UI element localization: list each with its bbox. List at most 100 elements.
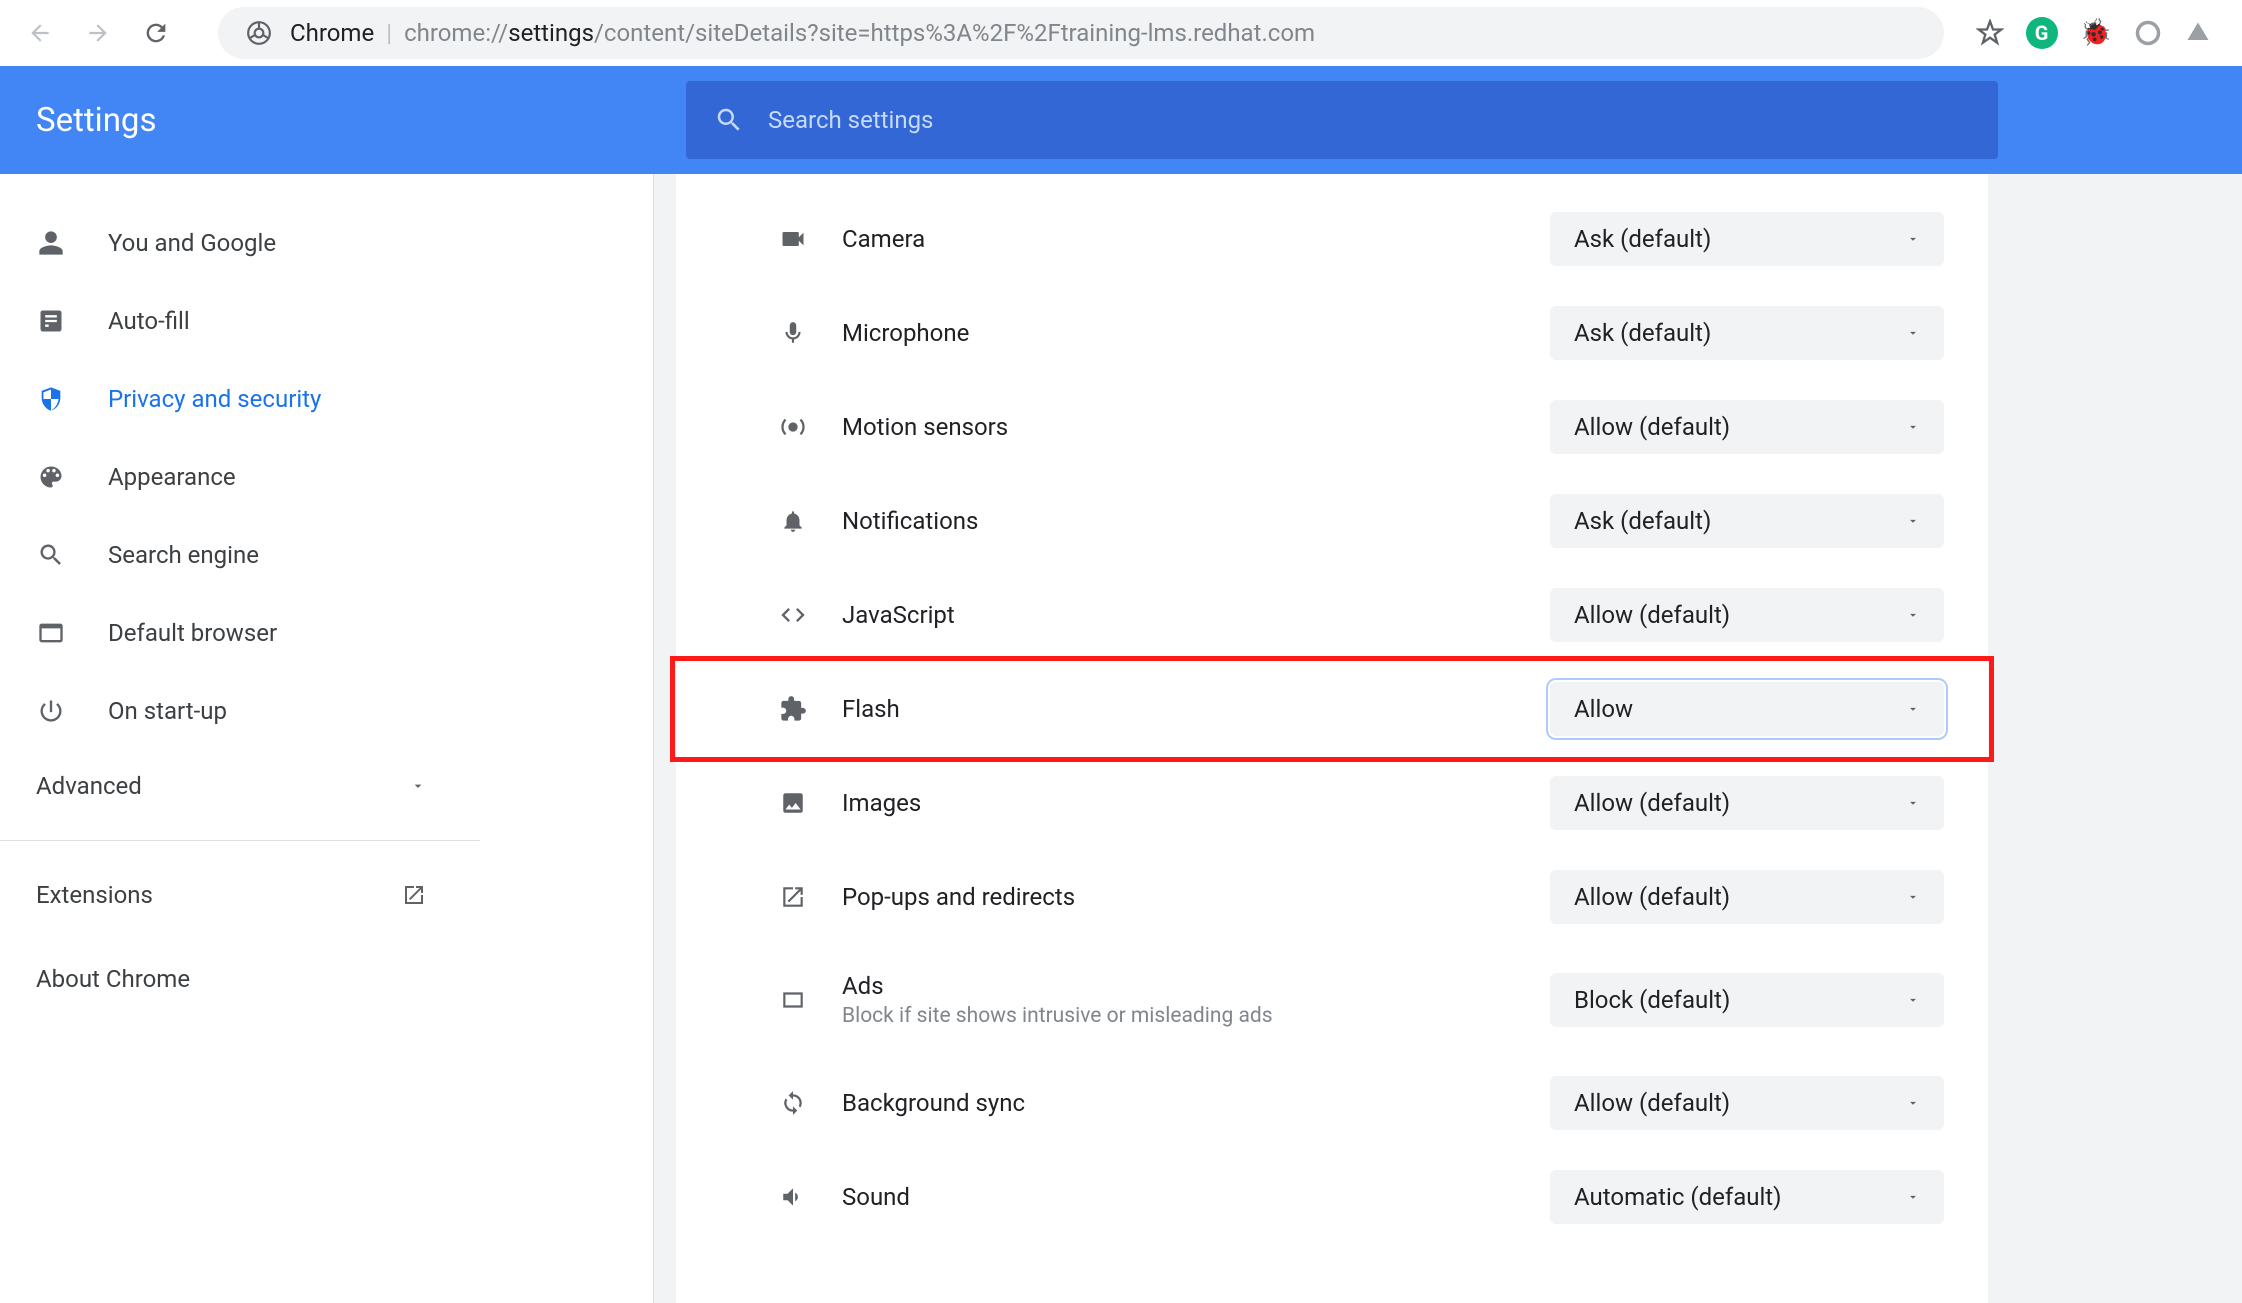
sidebar-item-label: Privacy and security (108, 385, 321, 413)
sidebar-advanced[interactable]: Advanced (0, 750, 480, 822)
sync-icon (776, 1090, 810, 1116)
chevron-down-icon (1906, 890, 1920, 904)
page-title: Settings (36, 101, 656, 140)
arrow-right-icon (85, 20, 111, 46)
permission-row-ads: AdsBlock if site shows intrusive or misl… (676, 944, 1988, 1056)
permission-label: JavaScript (842, 601, 1550, 629)
permission-label: Flash (842, 695, 1550, 723)
permissions-card: CameraAsk (default)MicrophoneAsk (defaul… (676, 174, 1988, 1303)
browser-icon (36, 619, 66, 647)
chevron-down-icon (1906, 796, 1920, 810)
sidebar-item-search-engine[interactable]: Search engine (0, 516, 462, 594)
ads-icon (776, 987, 810, 1013)
search-icon (714, 105, 744, 135)
permission-label: Background sync (842, 1089, 1550, 1117)
chevron-down-icon (1906, 702, 1920, 716)
sidebar-item-on-start-up[interactable]: On start-up (0, 672, 462, 750)
permission-label: Camera (842, 225, 1550, 253)
arrow-left-icon (27, 20, 53, 46)
permission-select[interactable]: Ask (default) (1550, 494, 1944, 548)
permission-row-images: ImagesAllow (default) (676, 756, 1988, 850)
permission-label: Sound (842, 1183, 1550, 1211)
extension-bug-icon[interactable]: 🐞 (2080, 18, 2112, 48)
back-button[interactable] (20, 13, 60, 53)
sidebar-item-label: You and Google (108, 229, 276, 257)
motion-icon (776, 413, 810, 441)
reload-button[interactable] (136, 13, 176, 53)
settings-header: Settings (0, 66, 2242, 174)
permission-label: Notifications (842, 507, 1550, 535)
permission-label: Motion sensors (842, 413, 1550, 441)
divider (0, 840, 480, 841)
permission-select[interactable]: Allow (default) (1550, 776, 1944, 830)
sidebar-item-label: Appearance (108, 463, 236, 491)
permission-row-background-sync: Background syncAllow (default) (676, 1056, 1988, 1150)
autofill-icon (36, 307, 66, 335)
sound-icon (776, 1184, 810, 1210)
permission-row-pop-ups-and-redirects: Pop-ups and redirectsAllow (default) (676, 850, 1988, 944)
sidebar-extensions[interactable]: Extensions (0, 865, 480, 925)
permission-select[interactable]: Ask (default) (1550, 212, 1944, 266)
permission-row-camera: CameraAsk (default) (676, 192, 1988, 286)
person-icon (36, 229, 66, 257)
chevron-down-icon (1906, 232, 1920, 246)
toolbar-extensions: G 🐞 (1976, 17, 2222, 49)
chevron-down-icon (1906, 993, 1920, 1007)
permission-row-microphone: MicrophoneAsk (default) (676, 286, 1988, 380)
permission-label: Microphone (842, 319, 1550, 347)
camera-icon (776, 225, 810, 253)
reload-icon (142, 19, 170, 47)
settings-sidebar: You and Google Auto-fill Privacy and secur… (0, 174, 480, 1303)
grammarly-icon[interactable]: G (2026, 17, 2058, 49)
sidebar-item-privacy-and-security[interactable]: Privacy and security (0, 360, 462, 438)
settings-search[interactable] (686, 81, 1998, 159)
bookmark-star-icon[interactable] (1976, 19, 2004, 47)
plugin-icon (776, 695, 810, 723)
browser-toolbar: Chrome | chrome://settings/content/siteD… (0, 0, 2242, 66)
chevron-down-icon (1906, 514, 1920, 528)
sidebar-item-default-browser[interactable]: Default browser (0, 594, 462, 672)
popup-icon (776, 884, 810, 910)
chevron-down-icon (1906, 326, 1920, 340)
chevron-down-icon (410, 778, 426, 794)
permission-row-motion-sensors: Motion sensorsAllow (default) (676, 380, 1988, 474)
permission-select[interactable]: Allow (default) (1550, 400, 1944, 454)
sidebar-about[interactable]: About Chrome (0, 949, 480, 1009)
chevron-down-icon (1906, 1096, 1920, 1110)
chevron-down-icon (1906, 608, 1920, 622)
drive-icon[interactable] (2184, 19, 2212, 47)
chrome-icon (246, 20, 272, 46)
power-icon (36, 697, 66, 725)
url-text: Chrome | chrome://settings/content/siteD… (290, 19, 1315, 47)
permission-select[interactable]: Automatic (default) (1550, 1170, 1944, 1224)
forward-button[interactable] (78, 13, 118, 53)
address-bar[interactable]: Chrome | chrome://settings/content/siteD… (218, 7, 1944, 59)
sidebar-item-label: Search engine (108, 541, 259, 569)
permission-select[interactable]: Ask (default) (1550, 306, 1944, 360)
sidebar-item-label: Default browser (108, 619, 277, 647)
permission-select[interactable]: Allow (1550, 682, 1944, 736)
image-icon (776, 790, 810, 816)
content-area: CameraAsk (default)MicrophoneAsk (defaul… (654, 174, 2242, 1303)
permission-label: Pop-ups and redirects (842, 883, 1550, 911)
permission-select[interactable]: Allow (default) (1550, 870, 1944, 924)
permission-select[interactable]: Block (default) (1550, 973, 1944, 1027)
mic-icon (776, 320, 810, 346)
external-link-icon (402, 883, 426, 907)
sidebar-item-auto-fill[interactable]: Auto-fill (0, 282, 462, 360)
main-layout: You and Google Auto-fill Privacy and secur… (0, 174, 2242, 1303)
sidebar-item-you-and-google[interactable]: You and Google (0, 204, 462, 282)
permission-row-flash: FlashAllow (676, 662, 1988, 756)
extension-circle-icon[interactable] (2134, 19, 2162, 47)
permission-label: Images (842, 789, 1550, 817)
chevron-down-icon (1906, 1190, 1920, 1204)
permission-select[interactable]: Allow (default) (1550, 588, 1944, 642)
sidebar-item-appearance[interactable]: Appearance (0, 438, 462, 516)
search-input[interactable] (768, 106, 1970, 134)
code-icon (776, 601, 810, 629)
search-icon (36, 541, 66, 569)
permission-select[interactable]: Allow (default) (1550, 1076, 1944, 1130)
permission-label: AdsBlock if site shows intrusive or misl… (842, 972, 1550, 1028)
sidebar-item-label: On start-up (108, 697, 227, 725)
palette-icon (36, 463, 66, 491)
